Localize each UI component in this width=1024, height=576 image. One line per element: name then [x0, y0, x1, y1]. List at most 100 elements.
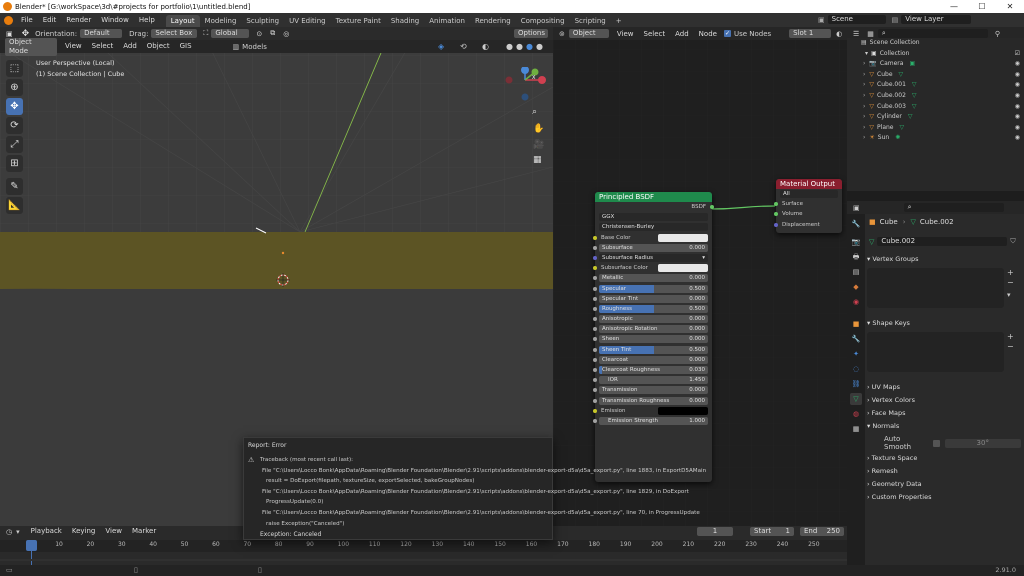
- outliner-item-cube003[interactable]: › ▽ Cube.003 ▽ ◉: [847, 102, 1024, 113]
- material-browse-icon[interactable]: ◐: [836, 30, 842, 38]
- tl-menu-view[interactable]: View: [100, 526, 127, 537]
- expand-icon[interactable]: ›: [863, 134, 865, 141]
- current-frame-field[interactable]: 1: [697, 527, 733, 536]
- ne-menu-add[interactable]: Add: [670, 27, 694, 41]
- tab-uv-editing[interactable]: UV Editing: [284, 15, 331, 27]
- end-frame-field[interactable]: End 250: [800, 527, 844, 536]
- annotate-tool-icon[interactable]: ✎: [6, 178, 23, 195]
- color-swatch[interactable]: [658, 406, 708, 415]
- ne-menu-select[interactable]: Select: [639, 27, 671, 41]
- tab-compositing[interactable]: Compositing: [516, 15, 570, 27]
- custom-properties-panel-header[interactable]: › Custom Properties: [867, 491, 1020, 503]
- use-nodes-checkbox[interactable]: ✓: [723, 30, 731, 37]
- input-slider[interactable]: Anisotropic 0.000: [599, 315, 708, 324]
- input-socket[interactable]: [593, 388, 597, 393]
- pivot-icon[interactable]: ⊙: [256, 30, 262, 38]
- move-tool-button[interactable]: ✥: [6, 98, 23, 115]
- cursor-tool-icon[interactable]: ⊕: [6, 79, 23, 96]
- collection-checkbox[interactable]: ☑: [1015, 49, 1020, 60]
- outliner-scene-collection[interactable]: ▤ Scene Collection: [847, 38, 1024, 49]
- add-workspace-button[interactable]: +: [611, 15, 627, 27]
- outliner[interactable]: ▤ Scene Collection ▾ ▣ Collection ☑ › 📷 Camer…: [847, 38, 1024, 191]
- fake-user-shield-icon[interactable]: ⛉: [1010, 237, 1015, 246]
- tool-tab-icon[interactable]: 🔧: [850, 218, 862, 230]
- outliner-item-cube002[interactable]: › ▽ Cube.002 ▽ ◉: [847, 91, 1024, 102]
- input-socket[interactable]: [593, 378, 597, 383]
- menu-render[interactable]: Render: [61, 13, 96, 27]
- expand-icon[interactable]: ›: [863, 113, 865, 120]
- vp-menu-object[interactable]: Object: [142, 40, 175, 53]
- add-shape-key-button[interactable]: +: [1007, 332, 1014, 341]
- input-socket[interactable]: [593, 245, 597, 250]
- tab-layout[interactable]: Layout: [165, 14, 200, 27]
- shader-type-dropdown[interactable]: Object: [568, 29, 609, 38]
- auto-smooth-checkbox[interactable]: [933, 439, 940, 447]
- bsdf-output-socket[interactable]: [710, 205, 714, 209]
- input-socket[interactable]: [593, 418, 597, 423]
- options-dropdown[interactable]: Options: [514, 29, 548, 38]
- eye-icon[interactable]: ◉: [1015, 102, 1020, 113]
- select-box-tool-icon[interactable]: ⬚: [6, 60, 23, 77]
- outliner-search-field[interactable]: ⌕: [877, 29, 988, 38]
- outliner-editor-icon[interactable]: ☰: [853, 30, 859, 38]
- shading-solid-icon[interactable]: ●: [516, 42, 523, 51]
- geometry-data-panel-header[interactable]: › Geometry Data: [867, 478, 1020, 490]
- rotate-tool-icon[interactable]: ⟳: [6, 117, 23, 134]
- camera-view-icon[interactable]: 🎥: [533, 140, 544, 150]
- texture-tab-icon[interactable]: ▦: [850, 423, 862, 435]
- world-tab-icon[interactable]: ◉: [850, 296, 862, 308]
- particles-tab-icon[interactable]: ✦: [850, 348, 862, 360]
- input-socket[interactable]: [593, 276, 597, 281]
- expand-collection-icon[interactable]: ▾: [865, 50, 868, 57]
- timeline-scrollbar[interactable]: [0, 559, 847, 561]
- outliner-item-cube[interactable]: › ▽ Cube ▽ ◉: [847, 70, 1024, 81]
- close-button[interactable]: ✕: [996, 0, 1024, 13]
- expand-icon[interactable]: ›: [863, 103, 865, 110]
- input-slider[interactable]: Emission Strength 1.000: [599, 416, 708, 425]
- input-slider[interactable]: Anisotropic Rotation 0.000: [599, 325, 708, 334]
- tab-sculpting[interactable]: Sculpting: [241, 15, 284, 27]
- mesh-name-field[interactable]: Cube.002: [877, 237, 1008, 246]
- texture-space-panel-header[interactable]: › Texture Space: [867, 452, 1020, 464]
- proportional-edit-icon[interactable]: ◎: [283, 30, 289, 38]
- input-slider[interactable]: Specular Tint 0.000: [599, 294, 708, 303]
- tab-shading[interactable]: Shading: [386, 15, 424, 27]
- eye-icon[interactable]: ◉: [1015, 133, 1020, 144]
- editor-type-icon[interactable]: ⊚: [559, 30, 565, 38]
- input-slider[interactable]: Clearcoat Roughness 0.030: [599, 366, 708, 374]
- remove-shape-key-button[interactable]: −: [1007, 342, 1014, 351]
- pan-hand-icon[interactable]: ✋: [533, 124, 544, 134]
- output-target-dropdown[interactable]: All: [780, 190, 838, 198]
- displacement-socket[interactable]: [774, 222, 778, 227]
- tab-modeling[interactable]: Modeling: [200, 15, 242, 27]
- auto-smooth-angle-field[interactable]: 30°: [944, 438, 1021, 448]
- snap-icon[interactable]: ⧉: [270, 29, 275, 38]
- scene-tab-icon[interactable]: ◆: [850, 281, 862, 293]
- eye-icon[interactable]: ◉: [1015, 123, 1020, 134]
- input-slider[interactable]: Specular 0.500: [599, 284, 708, 293]
- add-vertex-group-button[interactable]: +: [1007, 268, 1014, 277]
- normals-panel-header[interactable]: ▾ Normals: [867, 420, 1020, 432]
- vertex-groups-list[interactable]: [867, 268, 1004, 308]
- scene-selector[interactable]: Scene: [827, 15, 886, 24]
- uv-maps-panel-header[interactable]: › UV Maps: [867, 381, 1020, 393]
- eye-icon[interactable]: ◉: [1015, 70, 1020, 81]
- tab-scripting[interactable]: Scripting: [570, 15, 611, 27]
- input-slider[interactable]: Roughness 0.500: [599, 304, 708, 313]
- tab-rendering[interactable]: Rendering: [470, 15, 516, 27]
- distribution-dropdown[interactable]: GGX: [599, 213, 708, 222]
- menu-edit[interactable]: Edit: [38, 13, 62, 27]
- object-tab-icon[interactable]: ■: [850, 318, 862, 330]
- ne-menu-view[interactable]: View: [612, 27, 639, 41]
- blender-menu-icon[interactable]: [4, 15, 13, 25]
- tl-menu-playback[interactable]: Playback: [26, 526, 67, 537]
- vp-menu-view[interactable]: View: [60, 40, 87, 53]
- filter-icon[interactable]: ⚲: [995, 30, 1000, 38]
- render-tab-icon[interactable]: 📷: [850, 236, 862, 248]
- vertex-group-menu-icon[interactable]: ▾: [1007, 291, 1011, 299]
- error-report-popup[interactable]: Report: Error ⚠ Traceback (most recent c…: [243, 437, 706, 540]
- menu-window[interactable]: Window: [96, 13, 134, 27]
- zoom-icon[interactable]: ⌕: [532, 107, 537, 117]
- volume-socket[interactable]: [774, 212, 778, 217]
- input-socket[interactable]: [593, 255, 597, 260]
